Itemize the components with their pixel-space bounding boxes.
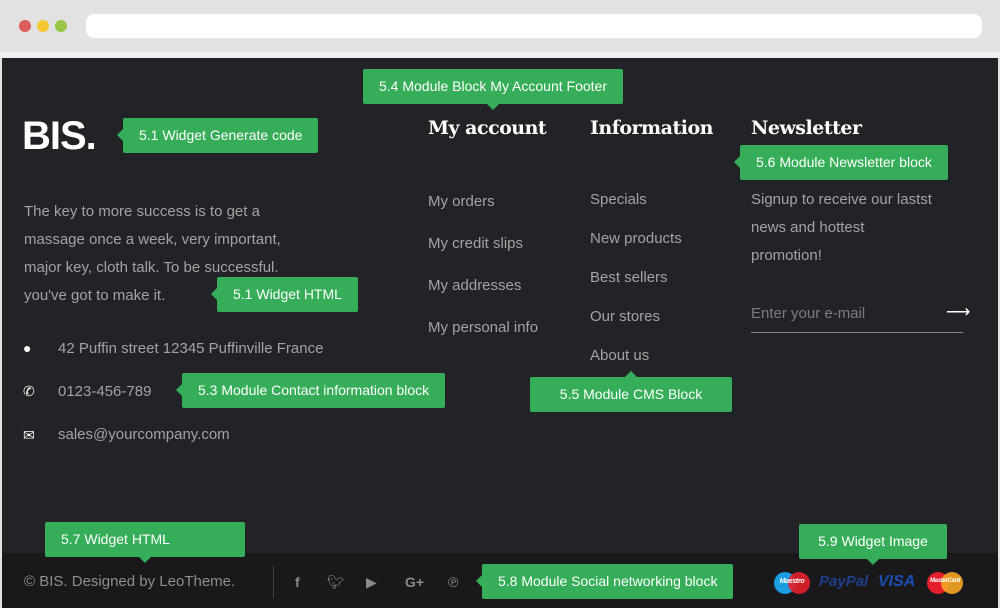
divider [273, 566, 274, 598]
link-our-stores[interactable]: Our stores [590, 308, 660, 325]
annotation-5-7: 5.7 Widget HTML [45, 522, 245, 563]
maestro-label: Maestro [779, 578, 805, 585]
link-specials[interactable]: Specials [590, 191, 647, 208]
browser-chrome [0, 0, 1000, 52]
newsletter-title: Newsletter [751, 117, 862, 139]
contact-phone[interactable]: 0123-456-789 [58, 383, 151, 400]
annotation-5-1: 5.1 Widget Generate code [116, 118, 319, 153]
annotation-5-9: 5.9 Widget Image [799, 524, 947, 565]
google-plus-icon[interactable]: G+ [405, 574, 424, 590]
facebook-icon[interactable]: f [295, 574, 300, 590]
my-account-title: My account [428, 117, 547, 139]
link-my-orders[interactable]: My orders [428, 193, 495, 210]
phone-icon: ✆ [23, 383, 35, 399]
maestro-logo: Maestro [774, 572, 810, 594]
contact-address: 42 Puffin street 12345 Puffinville Franc… [58, 340, 324, 357]
minimize-window-icon[interactable] [37, 20, 49, 32]
copyright: © BIS. Designed by LeoTheme. [24, 573, 236, 590]
map-pin-icon: ● [23, 340, 32, 356]
email-input[interactable]: Enter your e-mail [751, 305, 963, 333]
annotation-5-4: 5.4 Module Block My Account Footer [363, 69, 623, 110]
annotation-5-1b: 5.1 Widget HTML [211, 277, 358, 312]
annotation-5-8: 5.8 Module Social networking block [475, 564, 734, 599]
paypal-logo: PayPal [819, 573, 869, 590]
logo[interactable]: BIS. [22, 114, 97, 159]
close-window-icon[interactable] [19, 20, 31, 32]
link-my-credit-slips[interactable]: My credit slips [428, 235, 523, 252]
link-new-products[interactable]: New products [590, 230, 682, 247]
arrow-right-icon[interactable]: ⟶ [946, 302, 970, 322]
maximize-window-icon[interactable] [55, 20, 67, 32]
newsletter-line: news and hottest [751, 219, 865, 236]
link-about-us[interactable]: About us [590, 347, 649, 364]
mastercard-label: MasterCard [929, 578, 960, 584]
visa-logo: VISA [878, 573, 916, 590]
information-title: Information [590, 117, 713, 139]
link-my-addresses[interactable]: My addresses [428, 277, 521, 294]
annotation-5-6: 5.6 Module Newsletter block [734, 145, 948, 180]
twitter-icon[interactable]: 🐦︎ [327, 574, 345, 591]
youtube-icon[interactable]: ▶ [366, 574, 377, 591]
newsletter-text: Signup to receive our lastst news and ho… [751, 186, 932, 270]
envelope-icon: ✉ [23, 427, 35, 443]
contact-email[interactable]: sales@yourcompany.com [58, 426, 230, 443]
newsletter-line: Signup to receive our lastst [751, 191, 932, 208]
annotation-5-3: 5.3 Module Contact information block [175, 373, 446, 408]
address-bar[interactable] [86, 14, 982, 38]
newsletter-line: promotion! [751, 247, 822, 264]
mastercard-logo: MasterCard [927, 572, 963, 594]
desc-line: massage once a week, very important, [24, 231, 281, 248]
annotation-5-5: 5.5 Module CMS Block [530, 371, 732, 412]
link-best-sellers[interactable]: Best sellers [590, 269, 668, 286]
link-my-personal-info[interactable]: My personal info [428, 319, 538, 336]
pinterest-icon[interactable]: ℗ [448, 574, 458, 590]
desc-line: The key to more success is to get a [24, 203, 260, 220]
